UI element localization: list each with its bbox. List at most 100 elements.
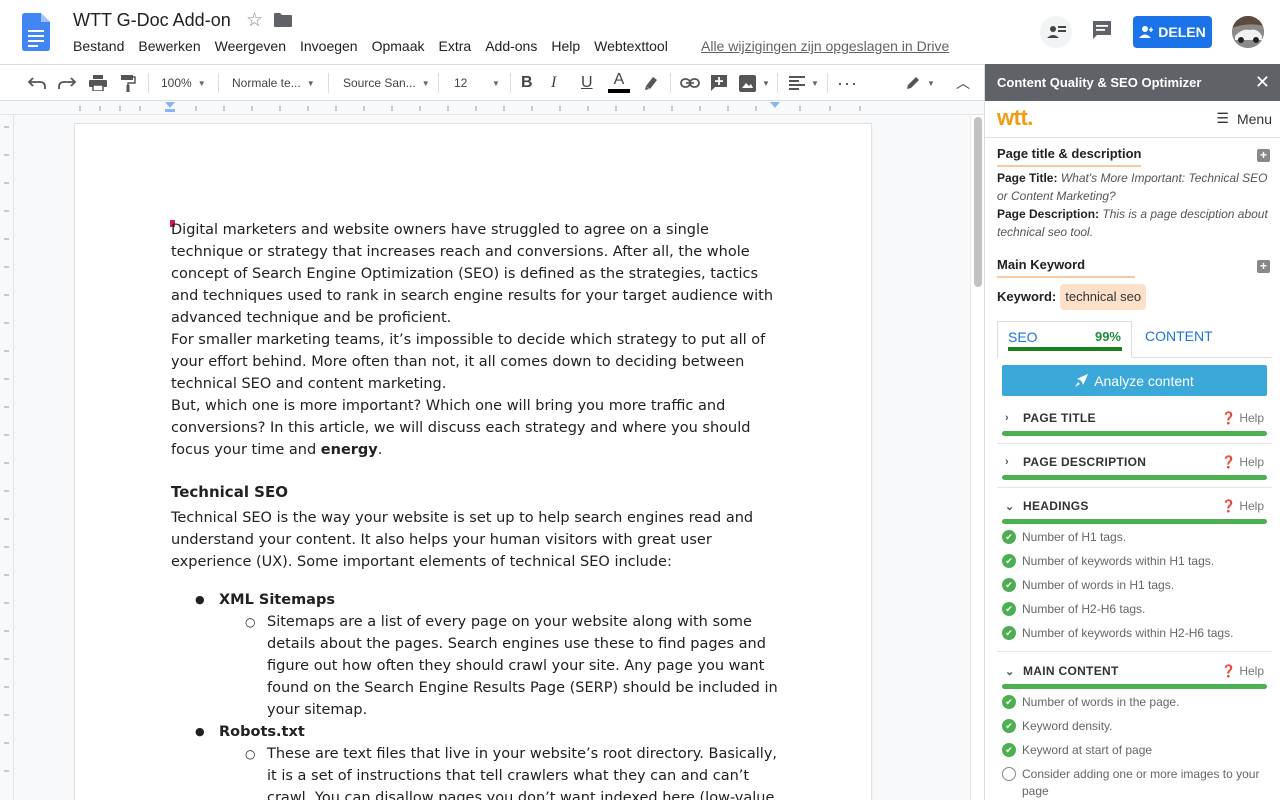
more-options-button[interactable]: ··· <box>837 65 858 101</box>
present-button[interactable] <box>1040 16 1072 48</box>
check-item: ✔ Number of H2-H6 tags. <box>1002 601 1267 618</box>
doc-bold-word: energy <box>320 442 378 458</box>
vertical-ruler-ticks <box>4 126 9 772</box>
font-size-select[interactable]: 12 ▼ <box>454 65 500 101</box>
score-bar <box>1002 431 1267 436</box>
check-icon: ✔ <box>1002 719 1016 733</box>
align-button[interactable]: ▼ <box>789 65 819 101</box>
keyword-row: Keyword: technical seo <box>997 284 1268 310</box>
document-page[interactable]: Digital marketers and website owners hav… <box>75 124 871 800</box>
analyze-content-button[interactable]: Analyze content <box>1002 365 1267 396</box>
chevron-down-icon: ⌄ <box>1005 665 1015 678</box>
italic-button[interactable]: I <box>551 65 556 101</box>
bold-icon: B <box>521 74 533 91</box>
print-button[interactable] <box>89 65 107 101</box>
more-horizontal-icon: ··· <box>837 72 858 93</box>
redo-button[interactable] <box>58 65 76 101</box>
menu-bewerken[interactable]: Bewerken <box>138 38 200 54</box>
score-bar <box>1002 475 1267 480</box>
menu-webtexttool[interactable]: Webtexttool <box>594 38 668 54</box>
sidebar-menu-button[interactable]: ☰ Menu <box>1216 110 1272 127</box>
editor-toolbar: 100% ▼ Normale te... ▼ Source San... ▼ 12 ▼ … <box>0 64 984 101</box>
check-item: Consider adding one or more images to yo… <box>1002 766 1267 800</box>
font-family-select[interactable]: Source San... ▼ <box>343 65 430 101</box>
expand-plus-icon[interactable]: + <box>1257 149 1270 162</box>
undo-icon <box>28 77 46 89</box>
check-item: ✔ Number of words in H1 tags. <box>1002 577 1267 594</box>
paint-format-button[interactable] <box>120 65 136 101</box>
help-link[interactable]: ❓ Help <box>1221 499 1264 513</box>
menu-bestand[interactable]: Bestand <box>73 38 124 54</box>
sidebar-header: Content Quality & SEO Optimizer ✕ <box>985 64 1280 101</box>
menu-opmaak[interactable]: Opmaak <box>372 38 425 54</box>
user-avatar[interactable] <box>1232 16 1264 48</box>
keyword-chip[interactable]: technical seo <box>1060 284 1147 310</box>
check-item: ✔ Number of keywords within H1 tags. <box>1002 553 1267 570</box>
paragraph-style-value: Normale te... <box>232 76 301 90</box>
menu-invoegen[interactable]: Invoegen <box>300 38 358 54</box>
app-header: WTT G-Doc Add-on ☆ Bestand Bewerken Weer… <box>0 0 1280 64</box>
menu-help[interactable]: Help <box>551 38 580 54</box>
analyze-content-label: Analyze content <box>1094 372 1194 389</box>
sub-list-item: Sitemaps are a list of every page on you… <box>219 611 781 721</box>
keyword-label: Keyword: <box>997 289 1057 304</box>
chevron-down-icon: ▼ <box>197 78 206 88</box>
highlighter-icon <box>645 77 657 90</box>
star-icon[interactable]: ☆ <box>246 9 263 32</box>
list-item-title: XML Sitemaps <box>219 592 335 608</box>
menu-add-ons[interactable]: Add-ons <box>485 38 537 54</box>
insert-link-button[interactable] <box>680 65 700 101</box>
tab-seo[interactable]: SEO 99% <box>997 321 1132 358</box>
scrollbar-thumb[interactable] <box>974 117 982 287</box>
editing-mode-button[interactable]: ▼ <box>905 65 935 101</box>
text-color-button[interactable]: A <box>608 65 630 101</box>
add-comment-button[interactable] <box>710 65 728 101</box>
underline-button[interactable]: U <box>581 65 593 101</box>
docs-logo-icon[interactable] <box>22 13 50 51</box>
divider <box>997 487 1272 488</box>
help-link[interactable]: ❓ Help <box>1221 664 1264 678</box>
share-button[interactable]: DELEN <box>1133 16 1212 48</box>
main-content-accordion[interactable]: ⌄ MAIN CONTENT ❓ Help ✔ Number of words i… <box>997 660 1272 800</box>
folder-icon[interactable] <box>274 13 292 27</box>
menu-extra[interactable]: Extra <box>439 38 472 54</box>
vertical-ruler[interactable] <box>0 115 14 800</box>
score-bar <box>1002 519 1267 524</box>
page-title-accordion[interactable]: › PAGE TITLE ❓ Help <box>997 407 1272 444</box>
insert-image-button[interactable]: ▼ <box>739 65 770 101</box>
chevron-down-icon: ▼ <box>762 78 770 88</box>
document-body[interactable]: Digital marketers and website owners hav… <box>171 219 781 800</box>
page-description-accordion[interactable]: › PAGE DESCRIPTION ❓ Help <box>997 451 1272 488</box>
document-title[interactable]: WTT G-Doc Add-on <box>73 10 231 31</box>
toolbar-divider <box>328 73 329 93</box>
undo-button[interactable] <box>28 65 46 101</box>
page-description-row: Page Description: This is a page descipt… <box>997 205 1268 241</box>
image-icon <box>739 74 756 92</box>
save-status-link[interactable]: Alle wijzigingen zijn opgeslagen in Driv… <box>701 38 949 54</box>
sidebar-title: Content Quality & SEO Optimizer <box>997 75 1202 90</box>
seo-score-bar <box>1008 347 1122 351</box>
highlight-button[interactable] <box>643 65 659 101</box>
check-icon: ✔ <box>1002 530 1016 544</box>
bold-button[interactable]: B <box>521 65 533 101</box>
comments-icon[interactable] <box>1090 18 1114 42</box>
menu-weergeven[interactable]: Weergeven <box>215 38 286 54</box>
horizontal-ruler[interactable] <box>0 101 984 115</box>
paragraph-style-select[interactable]: Normale te... ▼ <box>232 65 315 101</box>
font-size-value: 12 <box>454 76 468 90</box>
ruler-ticks <box>79 102 861 112</box>
chevron-down-icon: ▼ <box>492 78 500 88</box>
chevron-up-icon: ︿ <box>956 75 970 91</box>
close-icon[interactable]: ✕ <box>1255 72 1270 93</box>
text-color-swatch <box>608 89 630 93</box>
collapse-menu-button[interactable]: ︿ <box>956 65 970 101</box>
tab-seo-label: SEO <box>1008 329 1038 345</box>
zoom-select[interactable]: 100% ▼ <box>161 65 206 101</box>
tab-content[interactable]: CONTENT <box>1145 328 1213 344</box>
help-link[interactable]: ❓ Help <box>1221 411 1264 425</box>
help-link[interactable]: ❓ Help <box>1221 455 1264 469</box>
headings-accordion[interactable]: ⌄ HEADINGS ❓ Help ✔ Number of H1 tags. ✔ N… <box>997 495 1272 655</box>
check-icon: ✔ <box>1002 554 1016 568</box>
document-scrollbar[interactable] <box>970 115 984 800</box>
expand-plus-icon[interactable]: + <box>1257 260 1270 273</box>
